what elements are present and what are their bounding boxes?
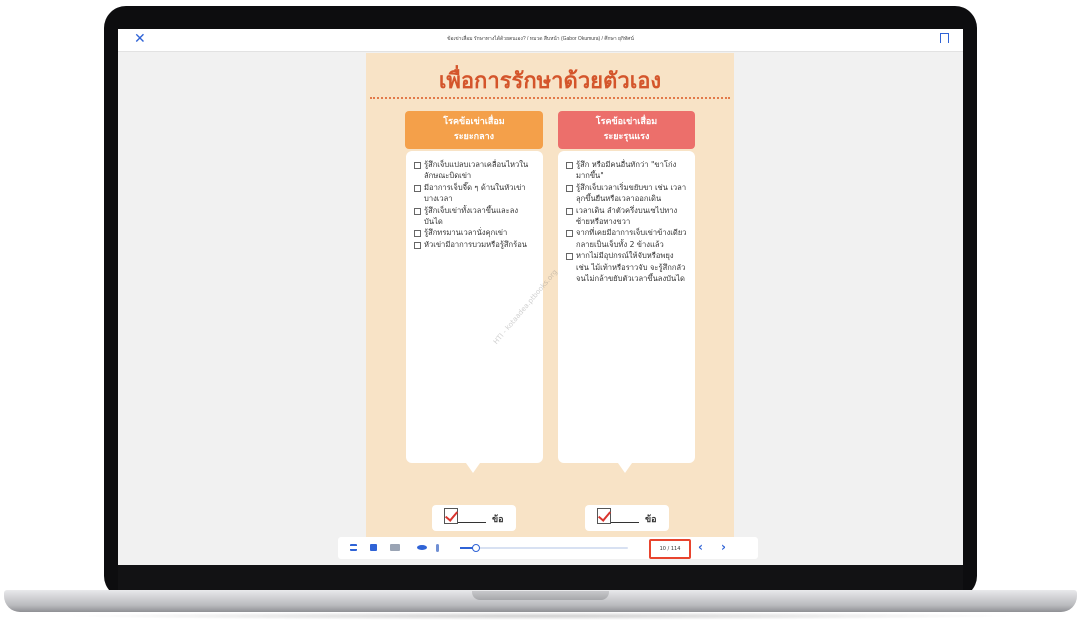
checkbox[interactable] — [566, 184, 573, 192]
checkbox[interactable] — [414, 184, 421, 192]
count-unit: ข้อ — [645, 515, 657, 525]
checklist-item: จากที่เคยมีอาการเจ็บเข่าข้างเดียวกลายเป็… — [566, 227, 687, 250]
laptop-chin — [118, 565, 963, 593]
image-icon[interactable] — [390, 544, 400, 551]
microphone-icon[interactable] — [436, 544, 439, 552]
document-title: ข้อเข่าเสื่อม รักษาทางได้ด้วยตนเอง? / หม… — [447, 36, 634, 42]
checklist-item: รู้สึกเจ็บเข่าทั้งเวลาขึ้นและลงบันได — [414, 205, 535, 228]
checklist-item: รู้สึก หรือมีคนอื่นทักว่า "ขาโก่งมากขึ้น… — [566, 159, 687, 182]
card-pointer — [618, 463, 632, 473]
slider-handle[interactable] — [471, 544, 480, 552]
checkbox[interactable] — [566, 162, 573, 169]
top-bar: ✕ ข้อเข่าเสื่อม รักษาทางได้ด้วยตนเอง? / … — [118, 29, 963, 52]
document-icon[interactable] — [370, 544, 377, 551]
checklist-item-text: รู้สึกเจ็บเวลาเริ่มขยับขา เช่น เวลาลุกขึ… — [576, 182, 687, 204]
checklist-item-text: มีอาการเจ็บจี๊ด ๆ ด้านในหัวเข่าบางเวลา — [424, 182, 526, 204]
checkmark-icon — [597, 508, 611, 524]
count-blank[interactable] — [611, 522, 639, 523]
laptop-notch — [472, 591, 609, 600]
header-line-1: โรคข้อเข่าเสื่อม — [443, 117, 505, 127]
checklist-item: รู้สึกทรมานเวลานั่งคุกเข่า — [414, 227, 535, 238]
book-page: เพื่อการรักษาด้วยตัวเอง โรคข้อเข่าเสื่อม… — [366, 53, 734, 543]
checkbox[interactable] — [414, 230, 421, 238]
checkbox[interactable] — [566, 207, 573, 215]
checklist-item-text: รู้สึกเจ็บเข่าทั้งเวลาขึ้นและลงบันได — [424, 205, 519, 227]
card-pointer — [466, 463, 480, 473]
next-page-button[interactable]: › — [721, 541, 726, 553]
previous-page-button[interactable]: ‹ — [698, 541, 703, 553]
checklist-card-severe: รู้สึก หรือมีคนอื่นทักว่า "ขาโก่งมากขึ้น… — [558, 151, 695, 473]
checkbox[interactable] — [414, 162, 421, 169]
checklist-item-text: เวลาเดิน ลำตัวครึ่งบนเซไปทางซ้ายหรือทางข… — [576, 205, 678, 227]
checklist-item: หากไม่มีอุปกรณ์ให้จับหรือพยุง เช่น ไม้เท… — [566, 250, 687, 284]
checkmark-icon — [444, 508, 458, 524]
header-line-2: ระยะรุนแรง — [603, 132, 650, 142]
page-slider[interactable] — [460, 544, 628, 552]
dotted-divider — [370, 97, 730, 99]
checkbox[interactable] — [414, 207, 421, 215]
checklist-item: รู้สึกเจ็บแปลบเวลาเคลื่อนไหวในลักษณะบิดเ… — [414, 159, 535, 182]
checklist-item-text: หากไม่มีอุปกรณ์ให้จับหรือพยุง เช่น ไม้เท… — [576, 251, 686, 284]
count-box-severe: ข้อ — [585, 505, 669, 531]
checklist-item-text: รู้สึกเจ็บแปลบเวลาเคลื่อนไหวในลักษณะบิดเ… — [424, 160, 529, 181]
checklist-item-text: หัวเข่ามีอาการบวมหรือรู้สึกร้อน — [424, 239, 527, 249]
count-box-moderate: ข้อ — [432, 505, 516, 531]
checklist-item-text: รู้สึกทรมานเวลานั่งคุกเข่า — [424, 228, 508, 238]
eye-icon[interactable] — [417, 545, 427, 550]
checklist-item-text: รู้สึก หรือมีคนอื่นทักว่า "ขาโก่งมากขึ้น… — [576, 160, 677, 181]
count-unit: ข้อ — [492, 515, 504, 525]
checkbox[interactable] — [566, 253, 573, 261]
page-indicator: 10 / 114 — [649, 539, 691, 559]
list-icon[interactable] — [350, 544, 357, 551]
checklist-item: รู้สึกเจ็บเวลาเริ่มขยับขา เช่น เวลาลุกขึ… — [566, 182, 687, 205]
count-blank[interactable] — [458, 522, 486, 523]
checklist-item-text: จากที่เคยมีอาการเจ็บเข่าข้างเดียวกลายเป็… — [576, 228, 687, 249]
bookmark-icon[interactable] — [940, 33, 949, 43]
screen: ✕ ข้อเข่าเสื่อม รักษาทางได้ด้วยตนเอง? / … — [118, 29, 963, 565]
header-line-2: ระยะกลาง — [453, 132, 495, 142]
checklist-item: เวลาเดิน ลำตัวครึ่งบนเซไปทางซ้ายหรือทางข… — [566, 205, 687, 228]
checkbox[interactable] — [566, 230, 573, 238]
checklist-item: มีอาการเจ็บจี๊ด ๆ ด้านในหัวเข่าบางเวลา — [414, 182, 535, 205]
page-title: เพื่อการรักษาด้วยตัวเอง — [438, 69, 662, 94]
laptop-shadow — [60, 612, 1021, 620]
column-header-moderate: โรคข้อเข่าเสื่อม ระยะกลาง — [405, 111, 543, 149]
reader-toolbar: 10 / 114 ‹ › — [338, 537, 758, 559]
column-header-severe: โรคข้อเข่าเสื่อม ระยะรุนแรง — [558, 111, 695, 149]
checklist-item: หัวเข่ามีอาการบวมหรือรู้สึกร้อน — [414, 239, 535, 250]
checkbox[interactable] — [414, 241, 421, 249]
header-line-1: โรคข้อเข่าเสื่อม — [595, 117, 658, 127]
